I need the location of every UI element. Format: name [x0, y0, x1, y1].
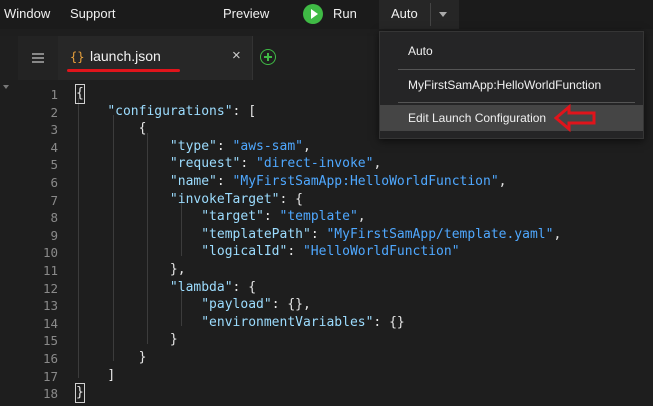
close-icon[interactable]: × — [232, 47, 241, 64]
json-file-icon: {} — [70, 50, 85, 64]
tab-launch-json[interactable]: {} launch.json × — [58, 36, 253, 80]
matched-bracket: } — [75, 383, 85, 403]
matched-bracket: { — [75, 84, 85, 104]
highlight-underline — [67, 69, 180, 72]
code-line: } — [169, 332, 178, 348]
code-line: "name": "MyFirstSamApp:HelloWorldFunctio… — [169, 174, 507, 189]
code-line: ] — [107, 367, 116, 383]
tab-list-button[interactable] — [18, 36, 59, 80]
code-line: { — [75, 84, 85, 104]
line-number: 13 — [42, 298, 58, 314]
code-line: "templatePath": "MyFirstSamApp/template.… — [201, 226, 562, 242]
menu-window[interactable]: Window — [4, 0, 50, 29]
red-arrow-icon — [554, 104, 596, 132]
line-number: 8 — [50, 210, 58, 226]
code-line: "invokeTarget": { — [169, 191, 303, 207]
chevron-down-icon[interactable] — [439, 12, 447, 17]
tab-title: launch.json — [90, 48, 161, 64]
code-line: } — [75, 383, 85, 403]
code-line: { — [138, 121, 147, 137]
line-number: 10 — [42, 245, 58, 261]
line-number: 1 — [50, 87, 58, 102]
line-number: 18 — [42, 386, 58, 402]
divider — [430, 3, 431, 26]
code-line: }, — [169, 262, 186, 277]
menu-bar: Window Support Preview Run Auto — [0, 0, 653, 29]
run-button[interactable]: Run — [333, 0, 357, 29]
line-number: 4 — [50, 139, 58, 155]
code-line: "payload": {}, — [201, 297, 311, 313]
line-number: 11 — [42, 263, 58, 278]
menu-item-auto[interactable]: Auto — [380, 38, 643, 64]
code-line: "lambda": { — [169, 279, 257, 295]
code-line: "logicalId": "HelloWorldFunction" — [201, 244, 460, 260]
code-line: "environmentVariables": {} — [201, 314, 405, 330]
line-number: 12 — [42, 280, 58, 296]
preview-button[interactable]: Preview — [223, 0, 269, 29]
menu-icon — [32, 53, 44, 55]
line-number: 3 — [50, 122, 58, 138]
code-line: "request": "direct-invoke", — [169, 156, 382, 172]
run-config-value: Auto — [391, 6, 418, 21]
line-number: 14 — [42, 315, 58, 331]
line-number: 7 — [50, 192, 58, 208]
line-number: 17 — [42, 368, 58, 384]
line-number: 16 — [42, 351, 58, 366]
run-config-dropdown: Auto MyFirstSamApp:HelloWorldFunction Ed… — [379, 31, 644, 139]
run-icon[interactable] — [303, 4, 323, 24]
line-number: 2 — [50, 104, 58, 120]
code-line: "configurations": [ — [107, 103, 257, 119]
code-line: } — [138, 350, 147, 365]
code-line: "target": "template", — [201, 209, 366, 225]
menu-support[interactable]: Support — [70, 0, 116, 29]
line-number: 5 — [50, 157, 58, 173]
line-number: 6 — [50, 175, 58, 190]
code-line: "type": "aws-sam", — [169, 138, 311, 154]
line-number: 15 — [42, 333, 58, 349]
menu-item-hello-world-function[interactable]: MyFirstSamApp:HelloWorldFunction — [380, 72, 643, 98]
menu-item-edit-launch-configuration[interactable]: Edit Launch Configuration — [380, 105, 643, 131]
menu-separator — [398, 69, 635, 70]
menu-separator — [398, 102, 635, 103]
run-config-select[interactable]: Auto — [379, 0, 459, 29]
line-number: 9 — [50, 227, 58, 243]
add-tab-icon[interactable] — [260, 49, 276, 65]
